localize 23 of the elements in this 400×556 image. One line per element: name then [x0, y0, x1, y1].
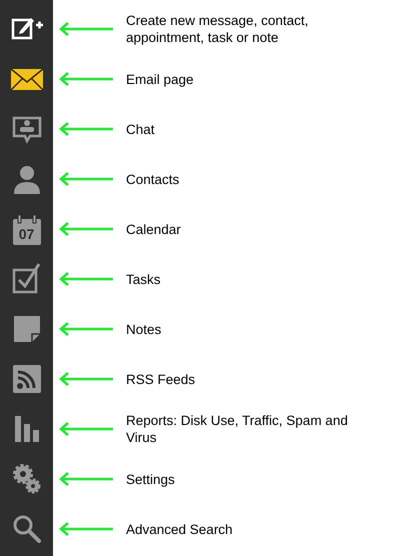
label: Create new message, contact, appointment, task or note: [126, 12, 310, 46]
label: Email page: [126, 70, 194, 88]
label: Contacts: [126, 170, 180, 188]
label: Notes: [126, 320, 162, 338]
label: Calendar: [126, 220, 181, 238]
label: Settings: [126, 470, 175, 488]
arrow: [59, 322, 113, 336]
arrow: [59, 472, 113, 486]
label: RSS Feeds: [126, 370, 196, 388]
arrow: [59, 122, 113, 136]
arrow: [59, 522, 113, 536]
arrow: [59, 72, 113, 86]
arrow: [59, 172, 113, 186]
label: Chat: [126, 120, 155, 138]
arrow: [59, 22, 113, 36]
arrow: [59, 272, 113, 286]
arrow: [59, 372, 113, 386]
calendar-day: 07: [12, 227, 42, 241]
label: Tasks: [126, 270, 161, 288]
arrow: [59, 222, 113, 236]
label: Advanced Search: [126, 520, 233, 538]
arrow: [59, 422, 113, 436]
label: Reports: Disk Use, Traffic, Spam and Virus: [126, 412, 348, 446]
